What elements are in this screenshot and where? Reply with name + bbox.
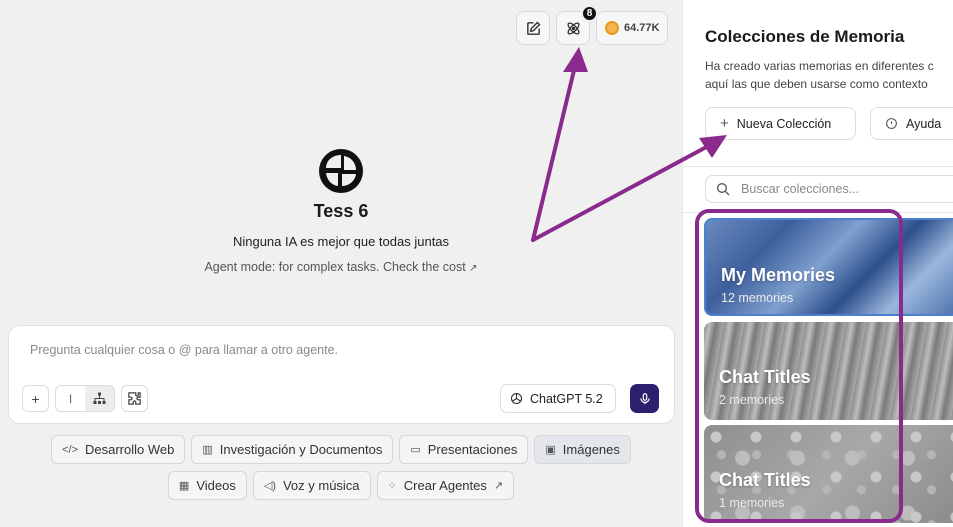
collection-count: 1 memories [719,496,785,510]
voice-button[interactable] [630,384,659,413]
collection-card[interactable]: Chat Titles 2 memories [704,322,953,420]
chip-label: Imágenes [562,442,620,457]
plugins-button[interactable] [121,385,148,412]
new-chat-button[interactable] [516,11,550,45]
search-icon [717,183,730,196]
model-name: ChatGPT 5.2 [530,391,603,406]
model-selector[interactable]: ChatGPT 5.2 [500,384,616,413]
edit-icon [526,20,541,35]
chip-presentaciones[interactable]: ▭ Presentaciones [399,435,529,464]
image-icon: ▣ [545,444,556,456]
film-icon: ▦ [178,480,190,492]
chip-label: Desarrollo Web [85,442,175,457]
collection-card[interactable]: Chat Titles 1 memories [704,425,953,523]
agent-mode-note[interactable]: Agent mode: for complex tasks. Check the… [0,260,682,274]
panel-title: Colecciones de Memoria [705,27,905,46]
microphone-icon [639,392,650,404]
collection-title: Chat Titles [719,470,811,490]
composer[interactable]: Pregunta cualquier cosa o @ para llamar … [8,325,675,424]
agent-mode-text: Agent mode: for complex tasks. Check the… [204,260,466,274]
top-actions: 8 64.77K [516,5,669,45]
chip-label: Investigación y Documentos [219,442,383,457]
help-circle-icon [886,118,897,129]
new-collection-label: Nueva Colección [736,116,832,131]
collection-count: 12 memories [721,291,794,305]
tess-logo [319,149,363,193]
puzzle-icon [128,392,141,405]
hero-subtitle: Ninguna IA es mejor que todas juntas [232,234,450,249]
credits-button[interactable]: 64.77K [596,11,669,45]
speaker-icon: ◁) [263,480,276,492]
new-collection-button[interactable]: + Nueva Colección [705,107,856,140]
collection-count: 2 memories [719,393,785,407]
collection-title: My Memories [721,265,836,285]
chip-label: Voz y música [282,478,360,493]
notification-badge: 8 [581,5,598,22]
mode-toggle[interactable]: I [55,385,115,412]
chat-pane: 8 64.77K Tess 6 Ninguna IA es mejor que … [0,0,682,527]
chip-label: Crear Agentes [403,478,487,493]
atom-icon [566,21,580,35]
collection-search-input[interactable]: Buscar colecciones... [705,175,953,203]
coin-icon [605,21,619,35]
credits-value: 64.77K [624,22,660,34]
presentation-icon: ▭ [410,444,421,456]
chip-videos[interactable]: ▦ Videos [167,471,247,500]
code-icon: </> [62,443,78,456]
plus-icon: + [31,390,40,407]
agents-button[interactable]: 8 [556,5,598,45]
collection-title: Chat Titles [719,367,811,387]
hero-title: Tess 6 [313,201,369,221]
books-icon: ▥ [202,444,213,456]
hierarchy-icon[interactable] [85,386,114,411]
chip-investigacion[interactable]: ▥ Investigación y Documentos [191,435,394,464]
description-line: aquí las que deben usarse como contexto [705,77,928,91]
chip-desarrollo-web[interactable]: </> Desarrollo Web [51,435,186,464]
external-link-icon: ↗ [469,263,478,274]
search-placeholder: Buscar colecciones... [741,182,860,196]
hero: Tess 6 Ninguna IA es mejor que todas jun… [0,148,682,274]
help-button[interactable]: Ayuda [870,107,953,140]
chip-voz-musica[interactable]: ◁) Voz y música [252,471,371,500]
prompt-input[interactable]: Pregunta cualquier cosa o @ para llamar … [30,343,338,357]
chip-label: Presentaciones [427,442,518,457]
arrow-up-right-icon: ↗ [493,480,504,492]
collection-card[interactable]: My Memories 12 memories [704,218,953,316]
plus-icon: + [720,115,729,132]
help-label: Ayuda [906,116,942,131]
add-attachment-button[interactable]: + [22,385,49,412]
chip-crear-agentes[interactable]: ⁘ Crear Agentes ↗ [376,471,515,500]
panel-description: Ha creado varias memorias en diferentes … [705,57,953,93]
suggestion-chips-row-1: </> Desarrollo Web ▥ Investigación y Docum… [0,435,682,464]
chip-imagenes[interactable]: ▣ Imágenes [534,435,631,464]
description-line: Ha creado varias memorias en diferentes … [705,59,934,73]
text-cursor-icon[interactable]: I [56,386,85,411]
divider [683,166,953,167]
divider [683,212,953,213]
agents-icon: ⁘ [387,480,397,492]
composer-tools: + I [22,385,148,412]
memory-collections-panel: Colecciones de Memoria Ha creado varias … [682,0,953,527]
suggestion-chips-row-2: ▦ Videos ◁) Voz y música ⁘ Crear Agentes ↗ [0,471,682,500]
chip-label: Videos [196,478,236,493]
openai-icon [510,392,523,405]
